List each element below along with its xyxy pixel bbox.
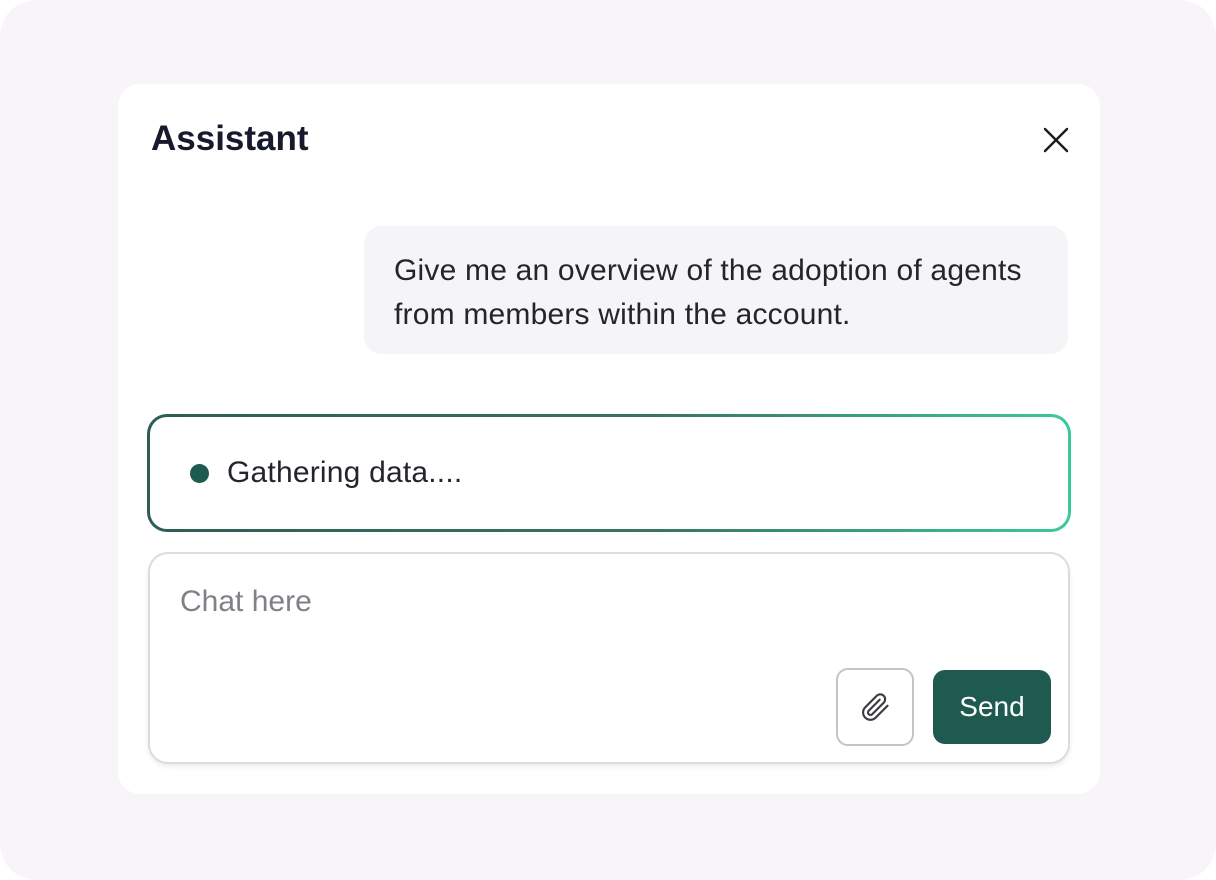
paperclip-icon (862, 693, 889, 721)
chat-input[interactable] (180, 580, 780, 624)
panel-title: Assistant (151, 119, 309, 158)
status-dot (190, 463, 209, 483)
assistant-panel: Assistant Give me an overview of the ado… (118, 84, 1100, 794)
send-button[interactable]: Send (933, 670, 1051, 744)
page-backdrop: Assistant Give me an overview of the ado… (0, 0, 1216, 880)
close-icon (1043, 127, 1069, 153)
status-card: Gathering data.... (147, 414, 1071, 532)
status-text: Gathering data.... (227, 456, 463, 489)
user-message-bubble: Give me an overview of the adoption of a… (364, 226, 1068, 354)
chat-composer: Send (148, 552, 1070, 764)
attach-button[interactable] (836, 668, 914, 746)
close-button[interactable] (1036, 120, 1076, 160)
